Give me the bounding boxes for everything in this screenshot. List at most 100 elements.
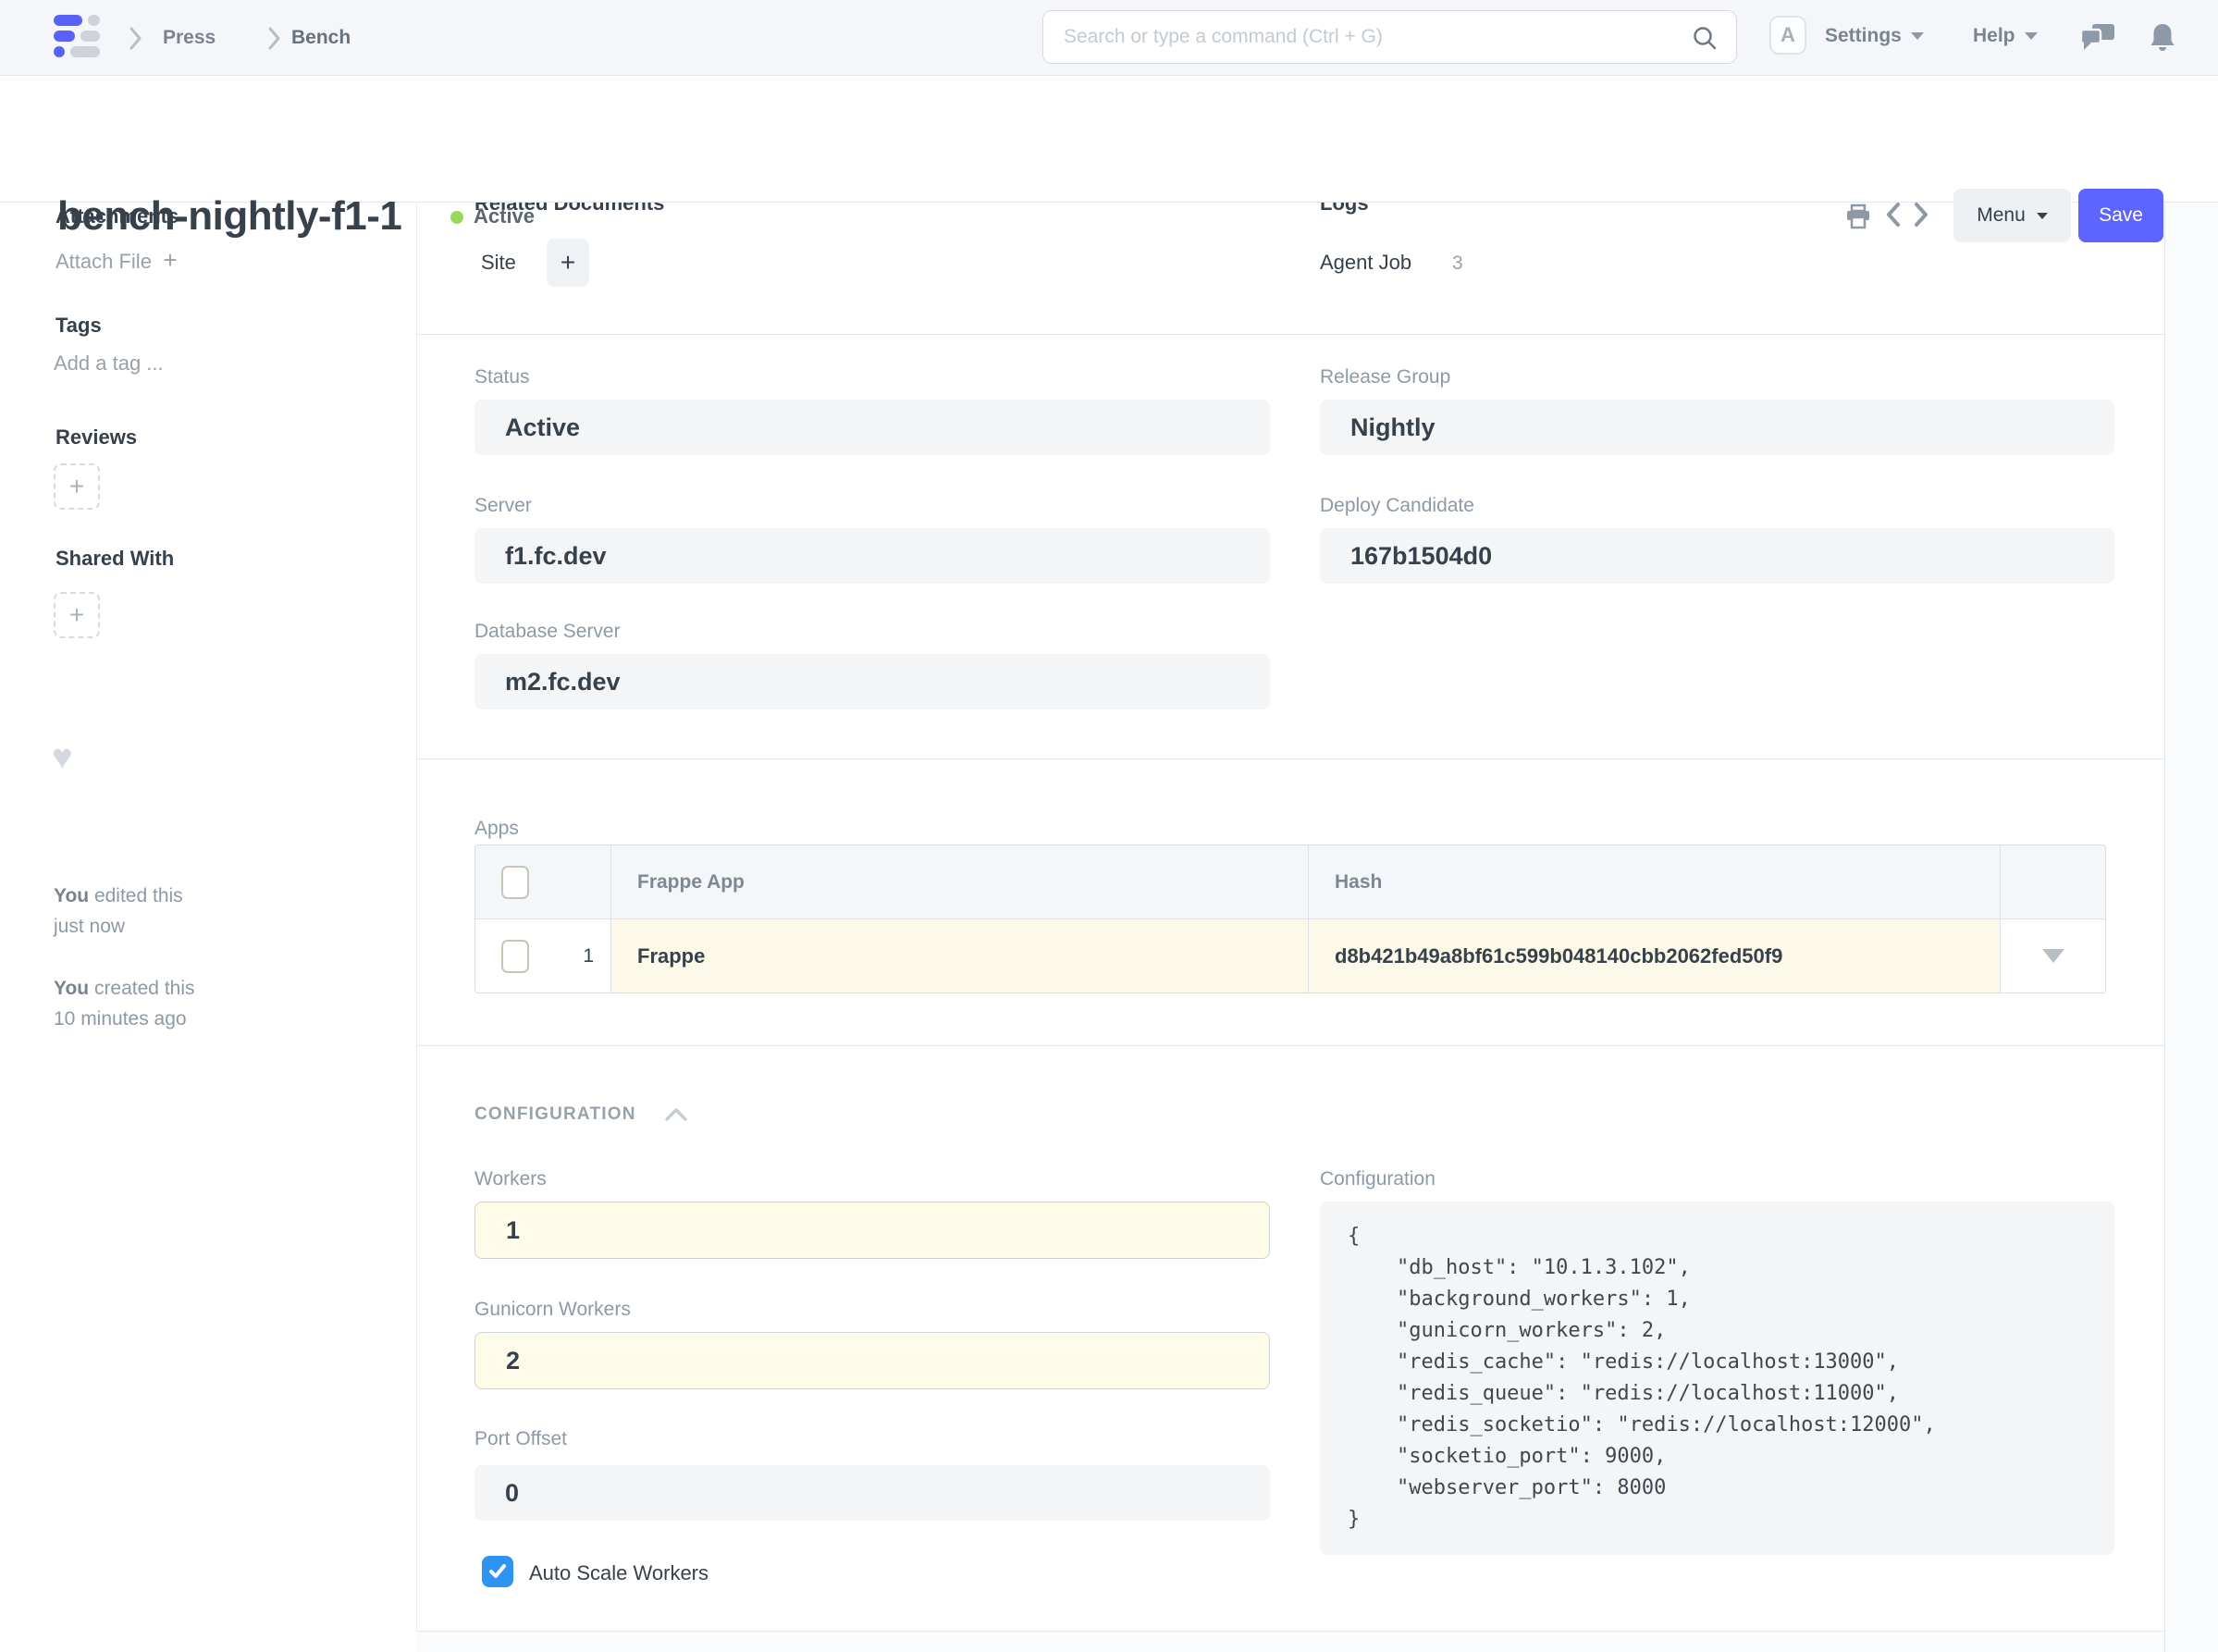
json-line: "db_host": "10.1.3.102",: [1348, 1252, 2114, 1284]
deploy-candidate-field: 167b1504d0: [1320, 528, 2114, 584]
row-select-cell: 1: [475, 919, 610, 992]
auto-scale-workers-checkbox[interactable]: [482, 1556, 513, 1587]
select-all-checkbox[interactable]: [501, 866, 529, 899]
search-icon: [1692, 25, 1718, 51]
configuration-section-toggle[interactable]: CONFIGURATION: [474, 1104, 688, 1125]
row-actions-cell: [2000, 919, 2105, 992]
sidebar-tags-title: Tags: [55, 314, 102, 338]
json-line: {: [1348, 1221, 2114, 1252]
row-app-cell[interactable]: Frappe: [610, 919, 1308, 992]
table-row: 1 Frappe d8b421b49a8bf61c599b048140cbb20…: [475, 918, 2105, 992]
settings-menu[interactable]: Settings: [1825, 25, 1924, 47]
section-divider: [416, 758, 2164, 759]
notifications-bell-icon[interactable]: [2149, 22, 2176, 55]
edited-user: You: [54, 885, 89, 906]
breadcrumb-bench[interactable]: Bench: [291, 27, 351, 49]
auto-scale-workers-label: Auto Scale Workers: [529, 1561, 709, 1585]
configuration-section-title: CONFIGURATION: [474, 1104, 636, 1125]
section-divider: [416, 1045, 2164, 1046]
workers-input-value: 1: [506, 1216, 520, 1245]
edited-info: You edited this just now: [54, 881, 313, 942]
gunicorn-workers-input[interactable]: 2: [474, 1332, 1270, 1389]
chat-icon[interactable]: [2081, 24, 2114, 54]
frappe-app-column-header: Frappe App: [611, 871, 745, 894]
port-offset-field-value: 0: [505, 1479, 519, 1508]
release-group-field: Nightly: [1320, 400, 2114, 455]
checkmark-icon: [488, 1563, 507, 1580]
attach-file-plus-icon: +: [163, 246, 177, 274]
created-user: You: [54, 978, 89, 999]
release-group-field-label: Release Group: [1320, 366, 1450, 388]
related-site-label: Site: [481, 251, 516, 275]
add-share-button[interactable]: +: [54, 592, 100, 638]
chevron-right-icon: [1913, 202, 1929, 228]
plus-icon: +: [69, 600, 84, 630]
apps-table: Frappe App Hash 1 Frappe d8b421b49a8bf61…: [474, 844, 2106, 993]
save-button[interactable]: Save: [2078, 189, 2163, 242]
save-button-label: Save: [2099, 204, 2143, 227]
gunicorn-workers-input-value: 2: [506, 1347, 520, 1375]
deploy-candidate-field-value: 167b1504d0: [1350, 542, 1492, 571]
header-actions-cell: [2000, 845, 2105, 918]
hash-column-header: Hash: [1309, 871, 1382, 894]
json-line: "redis_queue": "redis://localhost:11000"…: [1348, 1378, 2114, 1410]
help-menu[interactable]: Help: [1973, 25, 2038, 47]
status-field-label: Status: [474, 366, 530, 388]
user-avatar[interactable]: A: [1769, 16, 1806, 55]
json-line: "gunicorn_workers": 2,: [1348, 1315, 2114, 1347]
add-review-button[interactable]: +: [54, 463, 100, 510]
database-server-field: m2.fc.dev: [474, 654, 1270, 709]
status-field-value: Active: [505, 413, 580, 442]
breadcrumb-press[interactable]: Press: [163, 27, 216, 49]
database-server-field-value: m2.fc.dev: [505, 668, 621, 697]
printer-icon: [1844, 203, 1872, 231]
row-dropdown-arrow-icon[interactable]: [2042, 949, 2064, 963]
previous-document-button[interactable]: [1885, 202, 1902, 230]
json-line: "background_workers": 1,: [1348, 1284, 2114, 1315]
header-hash-cell: Hash: [1308, 845, 2000, 918]
search-input[interactable]: [1064, 11, 1683, 63]
edited-when: just now: [54, 916, 125, 937]
server-field-label: Server: [474, 495, 532, 517]
row-hash-cell[interactable]: d8b421b49a8bf61c599b048140cbb2062fed50f9: [1308, 919, 2000, 992]
json-line: "redis_cache": "redis://localhost:13000"…: [1348, 1347, 2114, 1378]
row-index: 1: [583, 945, 594, 968]
workers-field-label: Workers: [474, 1168, 547, 1190]
page-title: bench-nightly-f1-1: [57, 193, 401, 240]
like-heart-icon[interactable]: ♥: [52, 740, 73, 775]
help-menu-label: Help: [1973, 25, 2015, 47]
attach-file-button[interactable]: Attach File +: [55, 246, 178, 275]
json-line: "redis_socketio": "redis://localhost:120…: [1348, 1410, 2114, 1441]
bench-document-page: Attachments Attach File + Tags Add a tag…: [0, 0, 2218, 1652]
menu-button[interactable]: Menu: [1953, 189, 2071, 242]
created-info: You created this 10 minutes ago: [54, 973, 331, 1034]
json-line: }: [1348, 1504, 2114, 1535]
row-checkbox[interactable]: [501, 940, 529, 973]
row-app-value: Frappe: [611, 944, 705, 968]
sidebar-divider: [416, 203, 417, 1652]
add-tag-input[interactable]: Add a tag ...: [54, 351, 164, 376]
server-field-value: f1.fc.dev: [505, 542, 607, 571]
new-site-button[interactable]: +: [547, 239, 589, 287]
created-action: created this: [89, 978, 194, 999]
port-offset-field-label: Port Offset: [474, 1428, 567, 1450]
avatar-letter: A: [1781, 23, 1795, 47]
global-search: [1042, 10, 1737, 64]
next-document-button[interactable]: [1913, 202, 1929, 230]
release-group-field-value: Nightly: [1350, 413, 1436, 442]
plus-icon: +: [69, 472, 84, 501]
collapse-chevron-icon: [664, 1106, 688, 1123]
section-divider: [416, 334, 2164, 335]
agent-job-link[interactable]: Agent Job: [1320, 251, 1411, 275]
status-indicator-dot: [450, 211, 463, 224]
header-select-cell: [475, 845, 610, 918]
settings-menu-label: Settings: [1825, 25, 1902, 47]
workers-input[interactable]: 1: [474, 1202, 1270, 1259]
header-app-cell: Frappe App: [610, 845, 1308, 918]
apps-table-header-row: Frappe App Hash: [475, 845, 2105, 918]
frappe-logo-icon[interactable]: [54, 15, 100, 62]
print-button[interactable]: [1844, 203, 1872, 234]
port-offset-field: 0: [474, 1465, 1270, 1521]
bottom-gutter: [416, 1631, 2164, 1652]
sidebar-reviews-title: Reviews: [55, 425, 137, 450]
